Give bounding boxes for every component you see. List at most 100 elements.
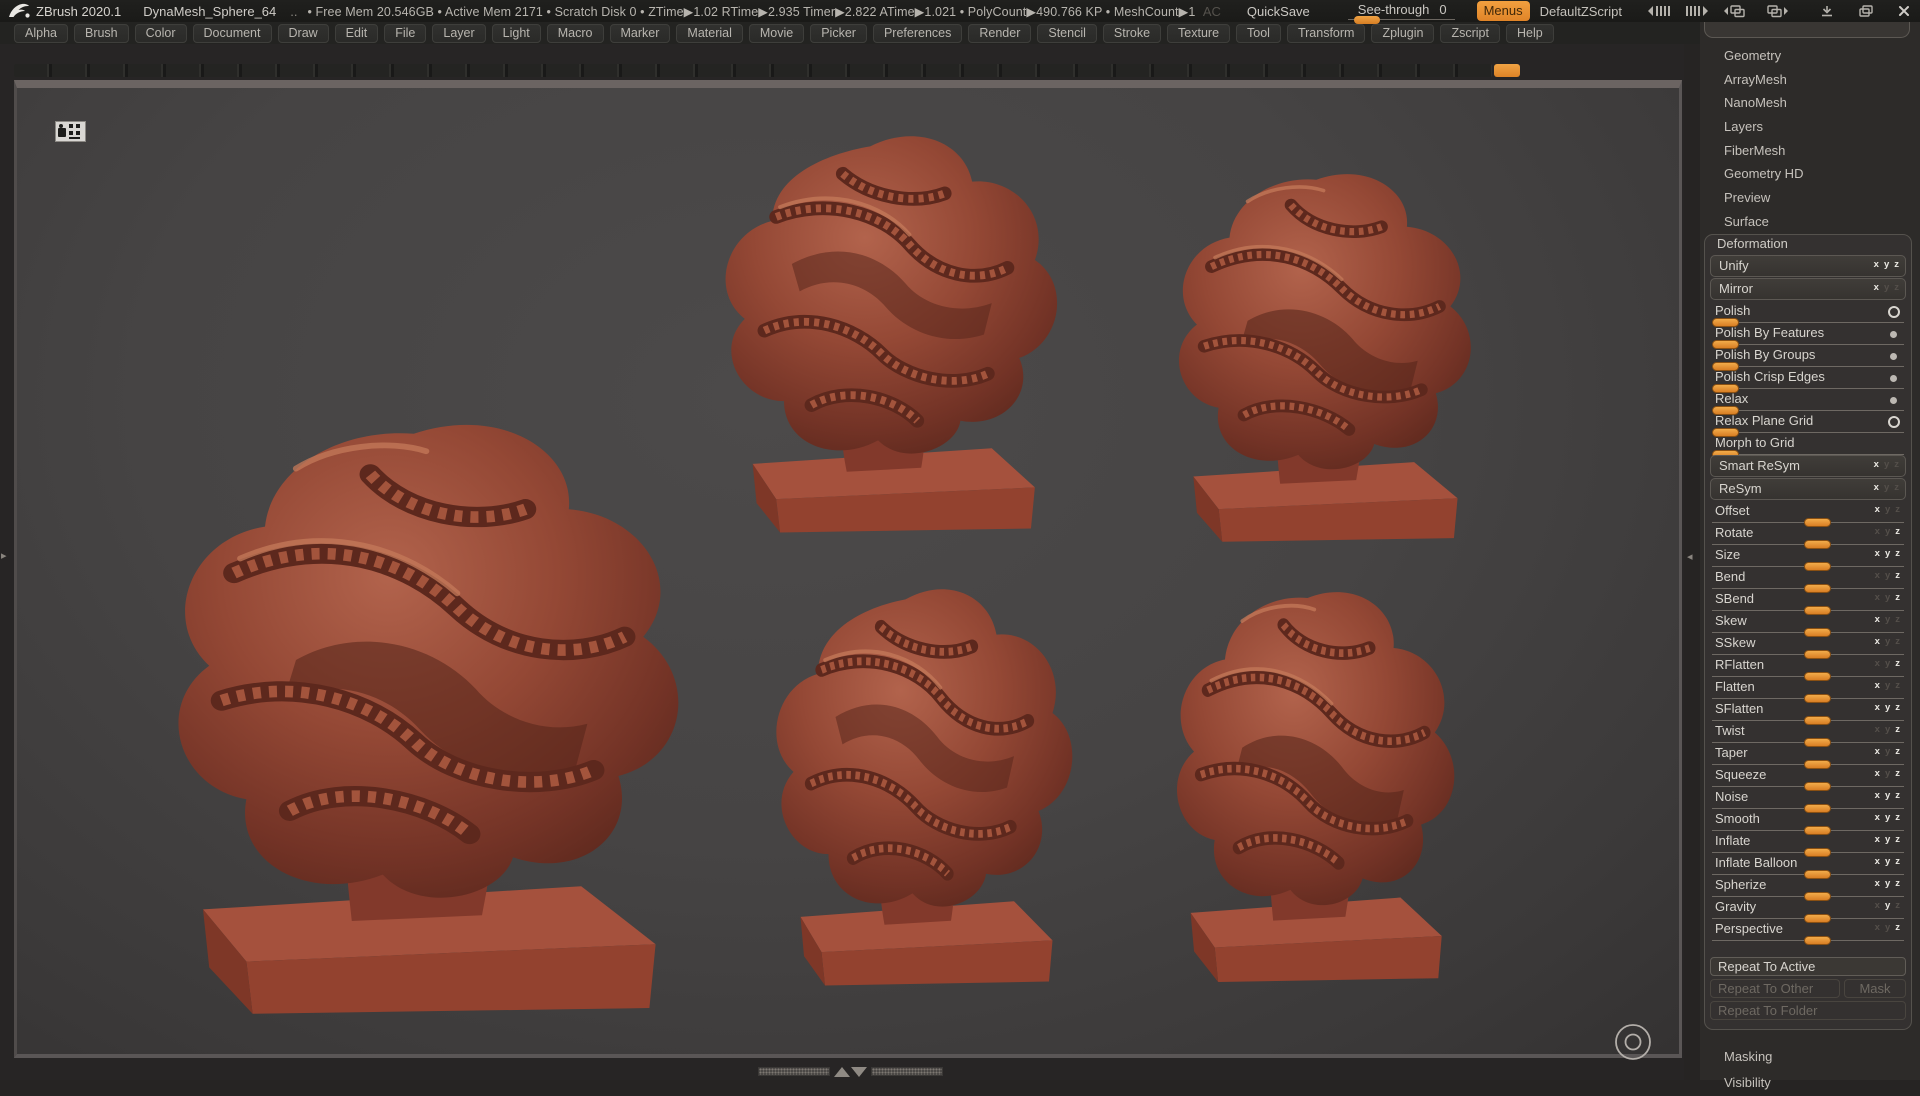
deformation-row[interactable]: Twist xyz [1710,721,1906,747]
axis-toggle-xyz[interactable]: xyz [1870,922,1900,933]
deformation-row[interactable]: Polish xyz [1710,301,1906,327]
deformation-row[interactable]: Rotate xyz [1710,523,1906,549]
palette-section-header[interactable]: Layers [1700,115,1920,139]
axis-toggle-xyz[interactable]: xyz [1870,812,1900,823]
mode-toggle-icon[interactable] [1888,416,1900,428]
palette-section-header[interactable]: ArrayMesh [1700,68,1920,92]
restore-window-icon[interactable] [1859,5,1873,17]
menu-item[interactable]: Transform [1286,23,1366,43]
repeat-to-folder-button[interactable]: Repeat To Folder [1710,1001,1906,1020]
deformation-row[interactable]: Inflate xyz [1710,831,1906,857]
axis-toggle-xyz[interactable]: xyz [1870,878,1900,889]
deformation-row[interactable]: SBend xyz [1710,589,1906,615]
menu-item[interactable]: Preferences [872,23,963,43]
axis-toggle-xyz[interactable]: xyz [1869,282,1899,293]
quicksave-button[interactable]: QuickSave [1247,4,1310,19]
tray-divider-active-handle[interactable] [1494,64,1520,77]
see-through-handle[interactable] [1353,16,1380,24]
axis-toggle-xyz[interactable]: xyz [1870,900,1900,911]
deformation-row[interactable]: Polish By Groups xyz [1710,345,1906,371]
axis-toggle-xyz[interactable]: xyz [1869,482,1899,493]
expand-up-arrow[interactable] [834,1066,850,1077]
collapse-right-tray-icon[interactable] [1685,5,1709,17]
axis-toggle-xyz[interactable]: xyz [1870,746,1900,757]
menu-item[interactable]: Document [192,23,272,43]
axis-toggle-xyz[interactable]: xyz [1870,768,1900,779]
menu-item[interactable]: Render [968,23,1032,43]
deformation-row[interactable]: Polish Crisp Edges xyz [1710,367,1906,393]
axis-toggle-xyz[interactable]: xyz [1870,526,1900,537]
divider-drag-bar-right[interactable] [871,1067,943,1076]
see-through-slider[interactable]: See-through 0 [1347,2,1455,24]
deformation-row[interactable]: Bend xyz [1710,567,1906,593]
palette-section-header[interactable]: FiberMesh [1700,139,1920,163]
deformation-row[interactable]: Polish By Features xyz [1710,323,1906,349]
document-thumbnail-icon[interactable] [55,121,86,142]
repeat-to-active-button[interactable]: Repeat To Active [1710,957,1906,976]
axis-toggle-xyz[interactable]: xyz [1870,636,1900,647]
dock-right-windows-icon[interactable] [1763,4,1789,18]
collapse-left-tray-icon[interactable] [1647,5,1671,17]
axis-toggle-xyz[interactable]: xyz [1870,790,1900,801]
close-icon[interactable] [1898,5,1910,17]
default-zscript-button[interactable]: DefaultZScript [1540,4,1622,19]
menu-item[interactable]: Layer [432,23,486,43]
deformation-row[interactable]: Unify xyz [1710,255,1906,277]
axis-toggle-xyz[interactable]: xyz [1870,856,1900,867]
menu-item[interactable]: Stroke [1102,23,1162,43]
slider-track[interactable] [1712,936,1904,945]
palette-section-header[interactable]: Visibility [1700,1070,1920,1096]
tray-divider-segments[interactable] [14,64,1492,77]
deformation-row[interactable]: RFlatten xyz [1710,655,1906,681]
menu-item[interactable]: Light [491,23,541,43]
menu-item[interactable]: Help [1505,23,1554,43]
menu-item[interactable]: Alpha [14,23,68,43]
deformation-row[interactable]: SFlatten xyz [1710,699,1906,725]
divider-drag-bar-left[interactable] [758,1067,830,1076]
palette-section-header[interactable]: Geometry HD [1700,162,1920,186]
menu-item[interactable]: File [384,23,427,43]
axis-toggle-xyz[interactable]: xyz [1870,658,1900,669]
collapse-down-arrow[interactable] [851,1066,867,1077]
menu-item[interactable]: Macro [546,23,604,43]
axis-toggle-xyz[interactable]: xyz [1869,259,1899,270]
mode-toggle-icon[interactable] [1890,331,1897,338]
deformation-row[interactable]: Noise xyz [1710,787,1906,813]
mode-toggle-icon[interactable] [1888,306,1900,318]
deformation-row[interactable]: Offset xyz [1710,501,1906,527]
axis-toggle-xyz[interactable]: xyz [1870,702,1900,713]
menu-item[interactable]: Zplugin [1371,23,1435,43]
deformation-row[interactable]: Smooth xyz [1710,809,1906,835]
deformation-row[interactable]: Perspective xyz [1710,919,1906,945]
axis-toggle-xyz[interactable]: xyz [1870,614,1900,625]
menu-item[interactable]: Texture [1167,23,1231,43]
menus-button[interactable]: Menus [1476,1,1530,21]
menu-item[interactable]: Edit [334,23,379,43]
mode-toggle-icon[interactable] [1890,375,1897,382]
deformation-row[interactable]: Smart ReSym xyz [1710,455,1906,477]
right-tray-expand-arrow[interactable]: ◂ [1687,550,1693,563]
sculpt-canvas[interactable] [14,80,1682,1060]
deformation-row[interactable]: Morph to Grid xyz [1710,433,1906,459]
axis-toggle-xyz[interactable]: xyz [1870,504,1900,515]
menu-item[interactable]: Draw [277,23,329,43]
menu-item[interactable]: Movie [748,23,805,43]
deformation-row[interactable]: ReSym xyz [1710,478,1906,500]
axis-toggle-xyz[interactable]: xyz [1870,680,1900,691]
deformation-row[interactable]: Taper xyz [1710,743,1906,769]
deformation-row[interactable]: Flatten xyz [1710,677,1906,703]
mask-button[interactable]: Mask [1844,979,1906,998]
mode-toggle-icon[interactable] [1890,397,1897,404]
palette-section-header[interactable]: Geometry [1700,44,1920,68]
deformation-row[interactable]: Size xyz [1710,545,1906,571]
deformation-row[interactable]: Inflate Balloon xyz [1710,853,1906,879]
repeat-to-other-button[interactable]: Repeat To Other [1710,979,1840,998]
palette-section-header[interactable]: Masking [1700,1044,1920,1070]
palette-section-header[interactable]: NanoMesh [1700,91,1920,115]
axis-toggle-xyz[interactable]: xyz [1870,592,1900,603]
menu-item[interactable]: Tool [1236,23,1281,43]
palette-section-header[interactable]: Surface [1700,210,1920,234]
slider-handle[interactable] [1804,936,1832,945]
left-tray-expand-arrow[interactable]: ▸ [1,549,7,562]
deformation-row[interactable]: Gravity xyz [1710,897,1906,923]
